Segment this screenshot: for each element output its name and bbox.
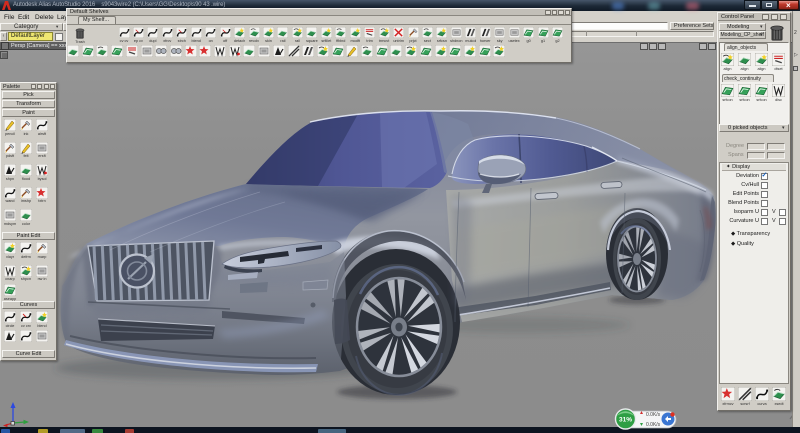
svg-text:0.0K/s: 0.0K/s — [646, 422, 661, 428]
svg-text:31%: 31% — [619, 417, 632, 424]
svg-text:0.0K/s: 0.0K/s — [646, 412, 661, 418]
